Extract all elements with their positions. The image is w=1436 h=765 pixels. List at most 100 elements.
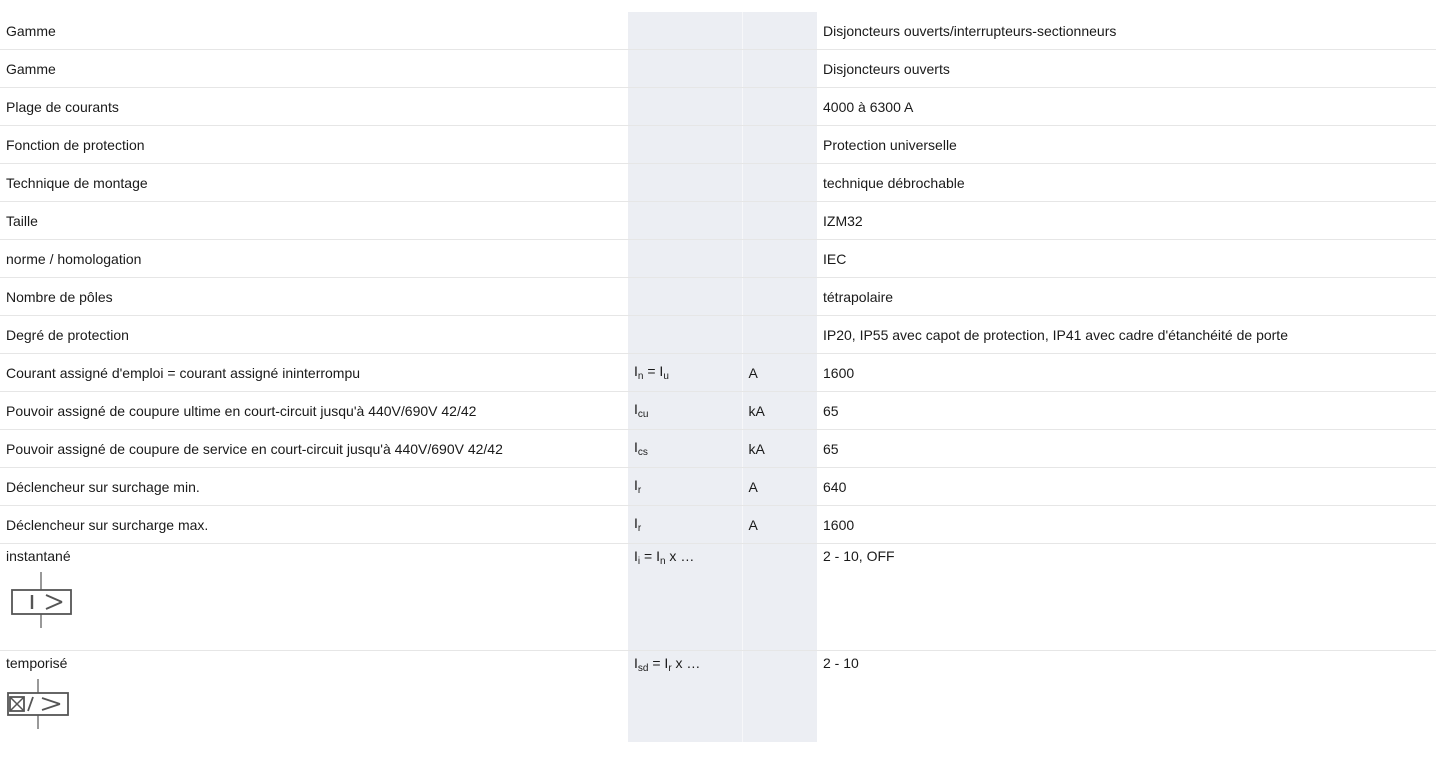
row-unit: A xyxy=(741,505,817,544)
row-symbol xyxy=(628,49,742,88)
specification-table: Gamme Disjoncteurs ouverts/interrupteurs-… xyxy=(0,12,1436,742)
row-label: norme / homologation xyxy=(0,239,628,278)
symbol-suffix: = I xyxy=(648,655,669,671)
row-label: Technique de montage xyxy=(0,163,628,202)
delayed-trip-symbol-icon xyxy=(6,679,628,742)
row-unit: A xyxy=(741,353,817,392)
instantaneous-trip-symbol-icon xyxy=(6,572,628,635)
row-value: IP20, IP55 avec capot de protection, IP4… xyxy=(817,315,1436,354)
table-row: Technique de montage technique débrochabl… xyxy=(0,163,1436,202)
table-row: Degré de protection IP20, IP55 avec capot… xyxy=(0,315,1436,354)
symbol-subscript: r xyxy=(637,523,642,534)
row-label: instantané xyxy=(0,543,628,651)
row-label: Pouvoir assigné de coupure ultime en cou… xyxy=(0,391,628,430)
table-row: Pouvoir assigné de coupure de service en… xyxy=(0,429,1436,468)
table-row: Gamme Disjoncteurs ouverts/interrupteurs-… xyxy=(0,12,1436,50)
row-value: Disjoncteurs ouverts xyxy=(817,49,1436,88)
row-symbol xyxy=(628,277,742,316)
row-label: Degré de protection xyxy=(0,315,628,354)
row-unit xyxy=(741,87,817,126)
symbol-subscript: cs xyxy=(637,447,648,458)
section-header xyxy=(0,0,1436,12)
specification-table-body: Gamme Disjoncteurs ouverts/interrupteurs-… xyxy=(0,12,1436,742)
row-symbol: Ir xyxy=(628,505,742,544)
table-row: Courant assigné d'emploi = courant assig… xyxy=(0,353,1436,392)
row-symbol: Icu xyxy=(628,391,742,430)
row-unit xyxy=(741,12,817,50)
row-unit xyxy=(741,239,817,278)
symbol-suffix: = I xyxy=(640,548,660,564)
row-value: Disjoncteurs ouverts/interrupteurs-secti… xyxy=(817,12,1436,50)
row-label: Courant assigné d'emploi = courant assig… xyxy=(0,353,628,392)
row-unit xyxy=(741,650,817,742)
row-label: Fonction de protection xyxy=(0,125,628,164)
row-symbol: Ii = In x … xyxy=(628,543,742,651)
row-value: 65 xyxy=(817,391,1436,430)
row-symbol xyxy=(628,163,742,202)
table-row: Plage de courants 4000 à 6300 A xyxy=(0,87,1436,126)
row-label: Pouvoir assigné de coupure de service en… xyxy=(0,429,628,468)
row-symbol: Ics xyxy=(628,429,742,468)
row-symbol xyxy=(628,315,742,354)
row-symbol xyxy=(628,239,742,278)
row-value: 65 xyxy=(817,429,1436,468)
row-unit xyxy=(741,315,817,354)
row-unit xyxy=(741,277,817,316)
symbol-subscript: u xyxy=(663,371,669,382)
row-symbol: In = Iu xyxy=(628,353,742,392)
table-row: Déclencheur sur surcharge max. Ir A 1600 xyxy=(0,505,1436,544)
row-symbol xyxy=(628,87,742,126)
row-label: Nombre de pôles xyxy=(0,277,628,316)
symbol-subscript: cu xyxy=(637,409,649,420)
row-value: Protection universelle xyxy=(817,125,1436,164)
row-label: Plage de courants xyxy=(0,87,628,126)
table-row: instantané Ii = In x … 2 - 10, OFF xyxy=(0,543,1436,651)
row-value: tétrapolaire xyxy=(817,277,1436,316)
row-value: 4000 à 6300 A xyxy=(817,87,1436,126)
row-value: technique débrochable xyxy=(817,163,1436,202)
row-label: Déclencheur sur surchage min. xyxy=(0,467,628,506)
row-unit xyxy=(741,543,817,651)
row-label-text: temporisé xyxy=(6,655,68,671)
table-row: Fonction de protection Protection univers… xyxy=(0,125,1436,164)
row-value: IEC xyxy=(817,239,1436,278)
row-symbol: Isd = Ir x … xyxy=(628,650,742,742)
table-row: temporisé Isd = Ir x … 2 - 10 xyxy=(0,650,1436,743)
row-value: 2 - 10 xyxy=(823,655,859,671)
table-row: Nombre de pôles tétrapolaire xyxy=(0,277,1436,316)
row-label: Déclencheur sur surcharge max. xyxy=(0,505,628,544)
row-value: 1600 xyxy=(817,505,1436,544)
row-unit: kA xyxy=(741,429,817,468)
row-symbol xyxy=(628,201,742,240)
instantaneous-trip-symbol-icon xyxy=(11,572,72,628)
table-row: norme / homologation IEC xyxy=(0,239,1436,278)
row-unit xyxy=(741,163,817,202)
row-unit: kA xyxy=(741,391,817,430)
symbol-tail: x … xyxy=(665,548,695,564)
row-label-text: instantané xyxy=(6,548,71,564)
symbol-suffix: = I xyxy=(643,363,664,379)
row-value: IZM32 xyxy=(817,201,1436,240)
symbol-subscript: sd xyxy=(637,663,649,674)
row-unit xyxy=(741,49,817,88)
table-row: Gamme Disjoncteurs ouverts xyxy=(0,49,1436,88)
table-row: Pouvoir assigné de coupure ultime en cou… xyxy=(0,391,1436,430)
row-label: Gamme xyxy=(0,49,628,88)
row-label: Taille xyxy=(0,201,628,240)
row-symbol xyxy=(628,12,742,50)
row-unit: A xyxy=(741,467,817,506)
row-unit xyxy=(741,201,817,240)
row-symbol: Ir xyxy=(628,467,742,506)
symbol-tail: x … xyxy=(671,655,701,671)
symbol-subscript: r xyxy=(637,485,642,496)
delayed-trip-symbol-icon xyxy=(7,679,69,729)
row-label: temporisé xyxy=(0,651,628,743)
table-row: Déclencheur sur surchage min. Ir A 640 xyxy=(0,467,1436,506)
row-unit xyxy=(741,125,817,164)
row-value: 2 - 10, OFF xyxy=(817,543,1436,651)
row-label: Gamme xyxy=(0,12,628,50)
row-value: 1600 xyxy=(817,353,1436,392)
table-row: Taille IZM32 xyxy=(0,201,1436,240)
row-value: 640 xyxy=(817,467,1436,506)
row-symbol xyxy=(628,125,742,164)
